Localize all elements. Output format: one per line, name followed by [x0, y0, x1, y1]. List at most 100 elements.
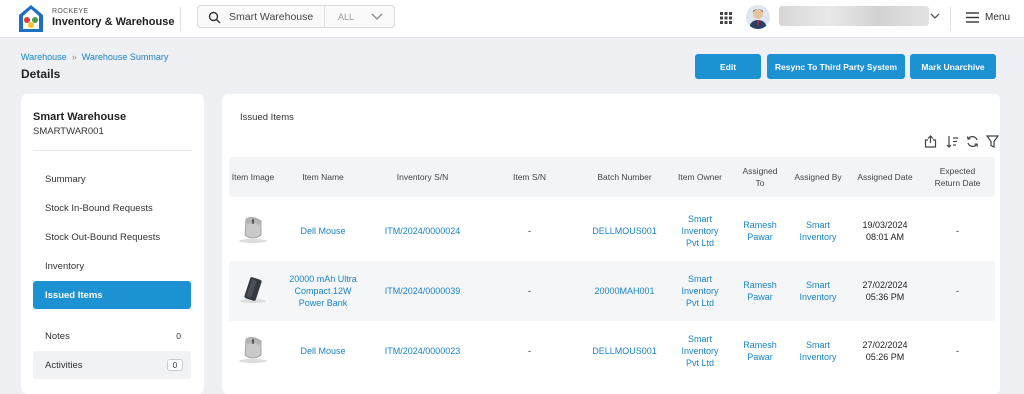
item-owner-link[interactable]: Smart Inventory Pvt Ltd — [666, 321, 734, 381]
brand-small: ROCKEYE — [52, 8, 89, 15]
breadcrumb-separator-icon: » — [71, 52, 77, 62]
expected-return-date: - — [956, 346, 959, 356]
sidebar-item-label: Activities — [45, 359, 83, 371]
expected-return-date: - — [956, 226, 959, 236]
sidebar-item-label: Inventory — [45, 260, 85, 272]
edit-button[interactable]: Edit — [695, 54, 761, 79]
refresh-icon[interactable] — [966, 135, 979, 148]
item-sn: - — [528, 226, 531, 236]
item-name-link[interactable]: 20000 mAh Ultra Compact 12W Power Bank — [277, 261, 369, 321]
column-header: Assigned By — [794, 172, 842, 182]
table-row[interactable]: Dell Mouse ITM/2024/0000024 - DELLMOUS00… — [229, 201, 995, 261]
apps-grid-icon[interactable] — [720, 12, 732, 24]
item-owner-link[interactable]: Smart Inventory Pvt Ltd — [666, 261, 734, 321]
item-owner-link[interactable]: Smart Inventory Pvt Ltd — [666, 201, 734, 261]
sidebar-item-label: Issued Items — [45, 289, 103, 301]
sidebar-item-issued-items[interactable]: Issued Items — [33, 281, 191, 309]
batch-number-link[interactable]: DELLMOUS001 — [583, 201, 666, 261]
sidebar-item-label: Summary — [45, 173, 86, 185]
time-text: 05:36 PM — [865, 292, 905, 302]
sidebar-item-notes[interactable]: Notes 0 — [33, 322, 191, 350]
top-bar: ROCKEYE Inventory & Warehouse Smart Ware… — [0, 0, 1024, 38]
sort-icon[interactable] — [946, 135, 959, 148]
issued-items-panel: Issued Items Item Image Item Name Invent… — [222, 94, 1000, 394]
power-bank-thumbnail — [240, 277, 266, 303]
warehouse-code: SMARTWAR001 — [33, 126, 104, 137]
assigned-by-link[interactable]: Smart Inventory — [786, 261, 850, 321]
sidebar-item-label: Notes — [45, 330, 70, 342]
sidebar-item-summary[interactable]: Summary — [33, 165, 191, 193]
breadcrumb-warehouse-summary[interactable]: Warehouse Summary — [82, 52, 169, 62]
table-row[interactable]: 20000 mAh Ultra Compact 12W Power Bank I… — [229, 261, 995, 321]
assigned-to-link[interactable]: Ramesh Pawar — [734, 321, 786, 381]
column-header: Inventory S/N — [396, 172, 449, 182]
date-text: 27/02/2024 — [862, 340, 908, 350]
sidebar-item-label: Stock In-Bound Requests — [45, 202, 153, 214]
column-header: Assigned To — [742, 166, 778, 188]
batch-number-link[interactable]: DELLMOUS001 — [583, 321, 666, 381]
section-title: Issued Items — [240, 112, 294, 123]
assigned-to-link[interactable]: Ramesh Pawar — [734, 201, 786, 261]
column-header: Item S/N — [512, 172, 547, 182]
assigned-date: 27/02/2024 05:26 PM — [850, 321, 920, 381]
expected-return-date: - — [956, 286, 959, 296]
divider — [33, 150, 192, 151]
avatar[interactable] — [746, 5, 770, 29]
search-icon[interactable] — [208, 11, 221, 24]
rockeye-logo[interactable] — [18, 4, 44, 33]
item-sn: - — [528, 286, 531, 296]
inventory-sn-link[interactable]: ITM/2024/0000024 — [369, 201, 476, 261]
assigned-by-link[interactable]: Smart Inventory — [786, 201, 850, 261]
search-scope-select[interactable]: ALL — [338, 12, 354, 22]
divider — [950, 7, 951, 31]
time-text: 08:01 AM — [865, 232, 905, 242]
assigned-by-link[interactable]: Smart Inventory — [786, 321, 850, 381]
breadcrumb-warehouse[interactable]: Warehouse — [21, 52, 67, 62]
table-row[interactable]: Dell Mouse ITM/2024/0000023 - DELLMOUS00… — [229, 321, 995, 381]
date-text: 27/02/2024 — [862, 280, 908, 290]
brand-title: Inventory & Warehouse — [52, 16, 175, 28]
assigned-date: 19/03/2024 08:01 AM — [850, 201, 920, 261]
batch-number-link[interactable]: 20000MAH001 — [583, 261, 666, 321]
date-text: 19/03/2024 — [862, 220, 908, 230]
item-name-link[interactable]: Dell Mouse — [277, 201, 369, 261]
chevron-down-icon[interactable] — [930, 12, 940, 20]
mark-unarchive-button[interactable]: Mark Unarchive — [910, 54, 996, 79]
sidebar: Smart Warehouse SMARTWAR001 Summary Stoc… — [21, 94, 204, 394]
chevron-down-icon[interactable] — [371, 12, 383, 21]
assigned-date: 27/02/2024 05:36 PM — [850, 261, 920, 321]
sidebar-item-activities[interactable]: Activities 0 — [33, 351, 191, 379]
filter-icon[interactable] — [986, 135, 999, 148]
sidebar-item-stock-inbound[interactable]: Stock In-Bound Requests — [33, 194, 191, 222]
time-text: 05:26 PM — [865, 352, 905, 362]
divider — [180, 7, 181, 31]
column-header: Item Name — [302, 172, 344, 182]
mouse-thumbnail — [239, 217, 267, 243]
column-header: Batch Number — [597, 172, 652, 182]
column-header: Item Owner — [678, 172, 722, 182]
sidebar-item-inventory[interactable]: Inventory — [33, 252, 191, 280]
assigned-to-link[interactable]: Ramesh Pawar — [734, 261, 786, 321]
notes-count: 0 — [176, 331, 181, 341]
column-header: Assigned Date — [857, 172, 913, 182]
hamburger-menu-icon[interactable] — [966, 12, 979, 23]
inventory-sn-link[interactable]: ITM/2024/0000023 — [369, 321, 476, 381]
column-header: Item Image — [231, 172, 275, 182]
mouse-thumbnail — [239, 337, 267, 363]
column-header: Expected Return Date — [934, 166, 981, 188]
user-name-redacted[interactable] — [779, 6, 929, 26]
warehouse-name: Smart Warehouse — [33, 111, 127, 123]
activities-count: 0 — [167, 359, 183, 371]
search-divider — [324, 6, 325, 27]
breadcrumb: Warehouse » Warehouse Summary — [21, 52, 168, 62]
inventory-sn-link[interactable]: ITM/2024/0000039 — [369, 261, 476, 321]
item-name-link[interactable]: Dell Mouse — [277, 321, 369, 381]
resync-button[interactable]: Resync To Third Party System — [767, 54, 905, 79]
export-icon[interactable] — [924, 135, 937, 148]
search-input[interactable]: Smart Warehouse — [229, 11, 313, 23]
sidebar-item-label: Stock Out-Bound Requests — [45, 231, 161, 243]
global-search[interactable]: Smart Warehouse ALL — [197, 5, 395, 28]
sidebar-item-stock-outbound[interactable]: Stock Out-Bound Requests — [33, 223, 191, 251]
menu-button[interactable]: Menu — [985, 12, 1010, 23]
table-header: Item Image Item Name Inventory S/N Item … — [229, 157, 995, 197]
